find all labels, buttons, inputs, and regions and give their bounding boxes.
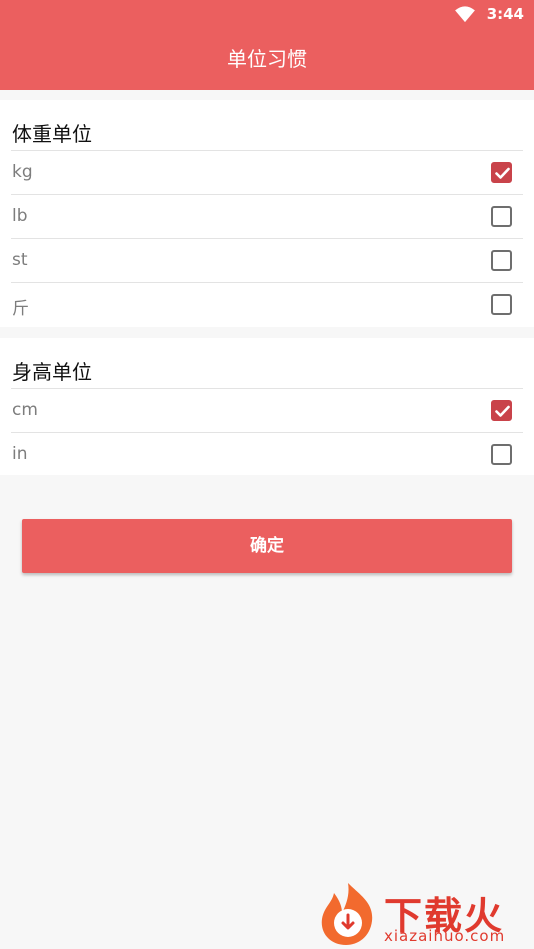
weight-section-title: 体重单位 xyxy=(12,122,92,146)
checkbox-jin[interactable] xyxy=(491,294,512,315)
height-option-cm[interactable]: cm xyxy=(11,388,523,432)
page-title: 单位习惯 xyxy=(227,47,307,71)
option-label: lb xyxy=(12,206,28,226)
wifi-icon xyxy=(455,6,475,23)
option-label: in xyxy=(12,444,28,464)
confirm-button[interactable]: 确定 xyxy=(22,519,512,573)
weight-option-lb[interactable]: lb xyxy=(11,194,523,238)
checkbox-kg[interactable] xyxy=(491,162,512,183)
watermark-logo: 下载火 xiazaihuo.com xyxy=(312,877,534,949)
check-icon xyxy=(495,405,510,417)
option-label: 斤 xyxy=(12,299,29,319)
checkbox-lb[interactable] xyxy=(491,206,512,227)
option-label: kg xyxy=(12,162,33,182)
app-bar: 单位习惯 xyxy=(0,30,534,90)
checkbox-st[interactable] xyxy=(491,250,512,271)
height-section-title: 身高单位 xyxy=(12,360,92,384)
weight-option-jin[interactable]: 斤 xyxy=(11,282,523,326)
watermark-domain: xiazaihuo.com xyxy=(384,927,506,945)
checkbox-in[interactable] xyxy=(491,444,512,465)
height-option-in[interactable]: in xyxy=(11,432,523,476)
height-unit-section: 身高单位 cm in xyxy=(0,338,534,475)
flame-download-icon xyxy=(321,883,373,945)
weight-unit-section: 体重单位 kg lb st 斤 xyxy=(0,100,534,327)
option-label: st xyxy=(12,250,28,270)
weight-option-kg[interactable]: kg xyxy=(11,150,523,194)
status-bar: 3:44 xyxy=(0,0,534,30)
weight-option-st[interactable]: st xyxy=(11,238,523,282)
status-time: 3:44 xyxy=(486,5,524,23)
checkbox-cm[interactable] xyxy=(491,400,512,421)
option-label: cm xyxy=(12,400,38,420)
check-icon xyxy=(495,167,510,179)
